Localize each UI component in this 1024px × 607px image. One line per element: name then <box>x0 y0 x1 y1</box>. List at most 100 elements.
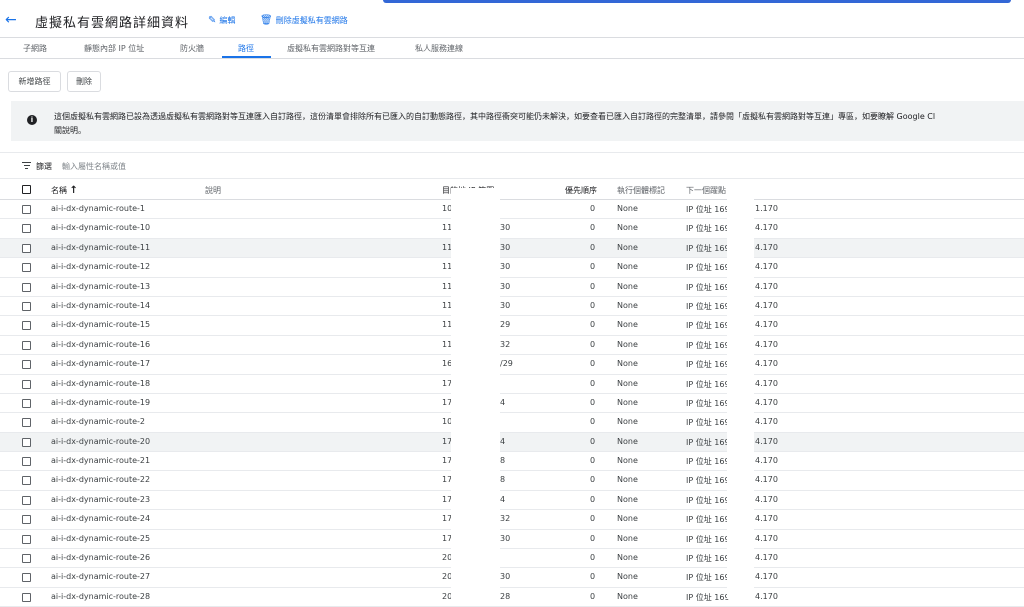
filter-icon[interactable] <box>22 162 31 171</box>
table-row[interactable]: ai-i-dx-dynamic-route-12 11 30 0 None IP 位址 1… <box>0 258 1024 278</box>
row-checkbox[interactable] <box>22 282 31 292</box>
table-row[interactable]: ai-i-dx-dynamic-route-20 17 4 0 None IP 位址 16… <box>0 432 1024 453</box>
instance-tag-value: None <box>617 533 638 543</box>
route-name-link[interactable]: ai-i-dx-dynamic-route-28 <box>51 592 150 601</box>
tab-routes[interactable]: 路徑 <box>238 43 254 54</box>
table-row[interactable]: ai-i-dx-dynamic-route-28 20 28 0 None IP 位址 1… <box>0 588 1024 607</box>
row-checkbox[interactable] <box>22 301 31 311</box>
tab-private-service-connection[interactable]: 私人服務連線 <box>415 43 463 54</box>
tab-static-internal-ip[interactable]: 靜態內部 IP 位址 <box>84 43 144 54</box>
table-row[interactable]: ai-i-dx-dynamic-route-19 17 4 0 None IP 位址 16… <box>0 394 1024 414</box>
route-name-link[interactable]: ai-i-dx-dynamic-route-19 <box>51 398 150 407</box>
route-name-link[interactable]: ai-i-dx-dynamic-route-17 <box>51 359 150 368</box>
row-checkbox[interactable] <box>22 418 31 428</box>
route-name-link[interactable]: ai-i-dx-dynamic-route-11 <box>51 243 150 252</box>
table-row[interactable]: ai-i-dx-dynamic-route-17 16/29 0 None IP 位址 … <box>0 355 1024 375</box>
row-checkbox[interactable] <box>22 476 31 486</box>
next-hop-value: IP 位址 169 <box>686 418 730 428</box>
next-hop-suffix: 4.170 <box>755 533 778 543</box>
delete-route-button[interactable]: 刪除 <box>67 71 101 92</box>
instance-tag-value: None <box>617 456 638 466</box>
row-checkbox[interactable] <box>22 224 31 234</box>
back-arrow-icon[interactable]: ← <box>5 13 19 27</box>
route-name-link[interactable]: ai-i-dx-dynamic-route-23 <box>51 495 150 504</box>
table-row[interactable]: ai-i-dx-dynamic-route-15 11 29 0 None IP 位址 1… <box>0 316 1024 336</box>
row-checkbox[interactable] <box>22 554 31 564</box>
table-row[interactable]: ai-i-dx-dynamic-route-14 11 30 0 None IP 位址 1… <box>0 297 1024 317</box>
tab-firewall[interactable]: 防火牆 <box>180 43 204 54</box>
table-row[interactable]: ai-i-dx-dynamic-route-27 20 30 0 None IP 位址 1… <box>0 568 1024 588</box>
row-checkbox[interactable] <box>22 515 31 525</box>
row-checkbox[interactable] <box>22 437 31 447</box>
table-row[interactable]: ai-i-dx-dynamic-route-16 11 32 0 None IP 位址 1… <box>0 336 1024 356</box>
priority-value: 0 <box>590 514 596 524</box>
table-row[interactable]: ai-i-dx-dynamic-route-13 11 30 0 None IP 位址 1… <box>0 278 1024 297</box>
next-hop-suffix: 4.170 <box>755 300 778 310</box>
tab-vpc-peering[interactable]: 虛擬私有雲網路對等互連 <box>287 43 375 54</box>
instance-tag-value: None <box>617 378 638 388</box>
route-name-link[interactable]: ai-i-dx-dynamic-route-10 <box>51 223 150 232</box>
filter-input[interactable]: 輸入屬性名稱或值 <box>62 161 126 172</box>
route-name-link[interactable]: ai-i-dx-dynamic-route-26 <box>51 553 150 562</box>
row-checkbox[interactable] <box>22 573 31 583</box>
table-row[interactable]: ai-i-dx-dynamic-route-24 17 32 0 None IP 位址 1… <box>0 510 1024 530</box>
route-name-link[interactable]: ai-i-dx-dynamic-route-22 <box>51 475 150 484</box>
route-name-link[interactable]: ai-i-dx-dynamic-route-12 <box>51 262 150 271</box>
next-hop-value: IP 位址 169 <box>686 573 730 583</box>
row-checkbox[interactable] <box>22 534 31 544</box>
route-name-link[interactable]: ai-i-dx-dynamic-route-24 <box>51 514 150 523</box>
destination-range-suffix: /29 <box>500 359 513 369</box>
row-checkbox[interactable] <box>22 360 31 370</box>
table-row[interactable]: ai-i-dx-dynamic-route-1 10 0 None IP 位址 169 1… <box>0 200 1024 220</box>
table-row[interactable]: ai-i-dx-dynamic-route-26 20 0 None IP 位址 169… <box>0 549 1024 569</box>
next-hop-suffix: 4.170 <box>755 320 778 330</box>
table-row[interactable]: ai-i-dx-dynamic-route-11 11 30 0 None IP 位址 1… <box>0 238 1024 259</box>
row-checkbox[interactable] <box>22 340 31 350</box>
next-hop-suffix: 4.170 <box>755 242 778 252</box>
destination-range-suffix: 30 <box>500 223 511 233</box>
table-row[interactable]: ai-i-dx-dynamic-route-10 11 30 0 None IP 位址 1… <box>0 219 1024 239</box>
row-checkbox[interactable] <box>22 205 31 214</box>
table-row[interactable]: ai-i-dx-dynamic-route-25 17 30 0 None IP 位址 1… <box>0 530 1024 550</box>
row-checkbox[interactable] <box>22 243 31 253</box>
route-name-link[interactable]: ai-i-dx-dynamic-route-15 <box>51 320 150 329</box>
route-name-link[interactable]: ai-i-dx-dynamic-route-25 <box>51 534 150 543</box>
table-header: 名稱 ↑ 說明 目的地 IP 範圍 優先順序 執行個體標記 下一個躍點 <box>0 180 1024 200</box>
destination-range-suffix: 30 <box>500 262 511 272</box>
table-row[interactable]: ai-i-dx-dynamic-route-18 17 0 None IP 位址 169… <box>0 375 1024 394</box>
table-row[interactable]: ai-i-dx-dynamic-route-22 17 8 0 None IP 位址 16… <box>0 471 1024 491</box>
table-row[interactable]: ai-i-dx-dynamic-route-21 17 8 0 None IP 位址 16… <box>0 452 1024 472</box>
route-name-link[interactable]: ai-i-dx-dynamic-route-27 <box>51 572 150 581</box>
instance-tag-value: None <box>617 262 638 272</box>
column-header-description: 說明 <box>205 186 221 195</box>
row-checkbox[interactable] <box>22 457 31 467</box>
next-hop-suffix: 4.170 <box>755 223 778 233</box>
destination-range-suffix: 32 <box>500 514 511 524</box>
delete-network-button[interactable]: 🗑 刪除虛擬私有雲網路 <box>260 15 348 26</box>
new-route-button[interactable]: 新增路徑 <box>8 71 61 92</box>
edit-button[interactable]: ✎ 編輯 <box>208 15 235 26</box>
table-row[interactable]: ai-i-dx-dynamic-route-23 17 4 0 None IP 位址 16… <box>0 491 1024 511</box>
row-checkbox[interactable] <box>22 379 31 389</box>
route-name-link[interactable]: ai-i-dx-dynamic-route-20 <box>51 437 150 446</box>
route-name-link[interactable]: ai-i-dx-dynamic-route-21 <box>51 456 150 465</box>
priority-value: 0 <box>590 300 596 310</box>
row-checkbox[interactable] <box>22 495 31 505</box>
table-row[interactable]: ai-i-dx-dynamic-route-2 10 0 None IP 位址 169 4… <box>0 413 1024 433</box>
tab-subnets[interactable]: 子網路 <box>23 43 47 54</box>
row-checkbox[interactable] <box>22 398 31 408</box>
column-header-instance-tags: 執行個體標記 <box>617 186 665 195</box>
route-name-link[interactable]: ai-i-dx-dynamic-route-16 <box>51 340 150 349</box>
destination-range-suffix: 28 <box>500 591 511 601</box>
row-checkbox[interactable] <box>22 263 31 273</box>
column-header-name[interactable]: 名稱 ↑ <box>51 185 78 196</box>
route-name-link[interactable]: ai-i-dx-dynamic-route-14 <box>51 301 150 310</box>
row-checkbox[interactable] <box>22 592 31 602</box>
route-name-link[interactable]: ai-i-dx-dynamic-route-2 <box>51 417 145 426</box>
sort-ascending-icon[interactable]: ↑ <box>70 185 78 196</box>
row-checkbox[interactable] <box>22 321 31 331</box>
route-name-link[interactable]: ai-i-dx-dynamic-route-1 <box>51 204 145 213</box>
route-name-link[interactable]: ai-i-dx-dynamic-route-13 <box>51 282 150 291</box>
route-name-link[interactable]: ai-i-dx-dynamic-route-18 <box>51 379 150 388</box>
select-all-checkbox[interactable] <box>22 185 31 194</box>
